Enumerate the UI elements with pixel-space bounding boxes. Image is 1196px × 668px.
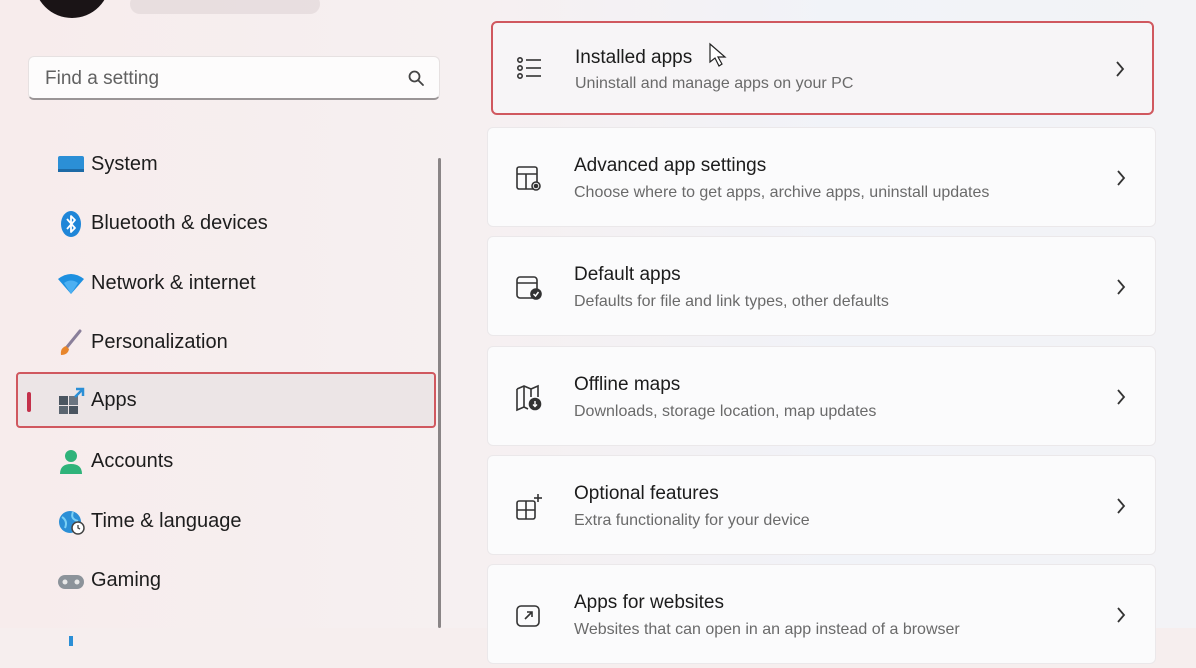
sidebar-item-label: Time & language: [91, 509, 242, 532]
sidebar-scrollbar[interactable]: [438, 158, 441, 628]
open-external-icon: [514, 601, 544, 631]
apps-for-websites-card[interactable]: Apps for websites Websites that can open…: [487, 564, 1156, 664]
sidebar-item-label: Network & internet: [91, 271, 256, 294]
default-apps-icon: [514, 273, 544, 303]
sidebar-item-label: Gaming: [91, 568, 162, 591]
wifi-icon: [56, 269, 86, 299]
sidebar-item-label: System: [91, 152, 158, 175]
apps-icon: [56, 387, 86, 417]
default-apps-card[interactable]: Default apps Defaults for file and link …: [487, 236, 1156, 336]
card-title: Default apps: [574, 264, 681, 285]
sidebar-item-label: Bluetooth & devices: [91, 211, 268, 234]
advanced-app-settings-card[interactable]: Advanced app settings Choose where to ge…: [487, 127, 1156, 227]
card-title: Advanced app settings: [574, 155, 767, 176]
gamepad-icon: [56, 566, 86, 596]
chevron-right-icon: [1115, 168, 1127, 193]
card-subtitle: Uninstall and manage apps on your PC: [575, 75, 854, 92]
brush-icon: [56, 328, 86, 358]
sidebar-item-partial[interactable]: [16, 612, 436, 668]
sidebar-item-time-language[interactable]: Time & language: [16, 493, 436, 549]
partial-icon: [56, 626, 86, 656]
sidebar-item-accounts[interactable]: Accounts: [16, 433, 436, 489]
card-subtitle: Extra functionality for your device: [574, 512, 810, 529]
globe-clock-icon: [56, 507, 86, 537]
sidebar-item-network[interactable]: Network & internet: [16, 255, 436, 311]
chevron-right-icon: [1115, 277, 1127, 302]
sidebar-item-bluetooth[interactable]: Bluetooth & devices: [16, 195, 436, 251]
sidebar-item-label: Accounts: [91, 449, 174, 472]
card-title: Apps for websites: [574, 592, 724, 613]
sidebar-item-personalization[interactable]: Personalization: [16, 314, 436, 370]
bluetooth-icon: [56, 209, 86, 239]
card-title: Offline maps: [574, 374, 681, 395]
map-icon: [514, 383, 544, 413]
search-icon[interactable]: [407, 69, 425, 92]
card-subtitle: Choose where to get apps, archive apps, …: [574, 184, 990, 201]
sidebar-item-system[interactable]: System: [16, 136, 436, 192]
chevron-right-icon: [1114, 59, 1126, 84]
optional-features-card[interactable]: Optional features Extra functionality fo…: [487, 455, 1156, 555]
chevron-right-icon: [1115, 387, 1127, 412]
mouse-cursor-icon: [708, 42, 730, 73]
user-name-placeholder: [130, 0, 320, 14]
chevron-right-icon: [1115, 605, 1127, 630]
sidebar-item-label: Personalization: [91, 330, 228, 353]
monitor-icon: [56, 150, 86, 180]
installed-apps-card[interactable]: Installed apps Uninstall and manage apps…: [491, 21, 1154, 115]
card-title: Optional features: [574, 483, 719, 504]
card-subtitle: Defaults for file and link types, other …: [574, 293, 889, 310]
search-box[interactable]: [28, 56, 440, 100]
list-icon: [515, 54, 545, 84]
person-icon: [56, 447, 86, 477]
app-settings-icon: [514, 164, 544, 194]
sidebar-item-apps[interactable]: Apps: [16, 372, 436, 428]
card-title: Installed apps: [575, 47, 693, 68]
chevron-right-icon: [1115, 496, 1127, 521]
card-subtitle: Websites that can open in an app instead…: [574, 621, 960, 638]
selection-indicator: [27, 392, 31, 412]
sidebar-item-label: Apps: [91, 388, 137, 411]
sidebar-item-gaming[interactable]: Gaming: [16, 552, 436, 608]
search-input[interactable]: [43, 67, 397, 91]
card-subtitle: Downloads, storage location, map updates: [574, 403, 877, 420]
add-grid-icon: [514, 492, 544, 522]
offline-maps-card[interactable]: Offline maps Downloads, storage location…: [487, 346, 1156, 446]
